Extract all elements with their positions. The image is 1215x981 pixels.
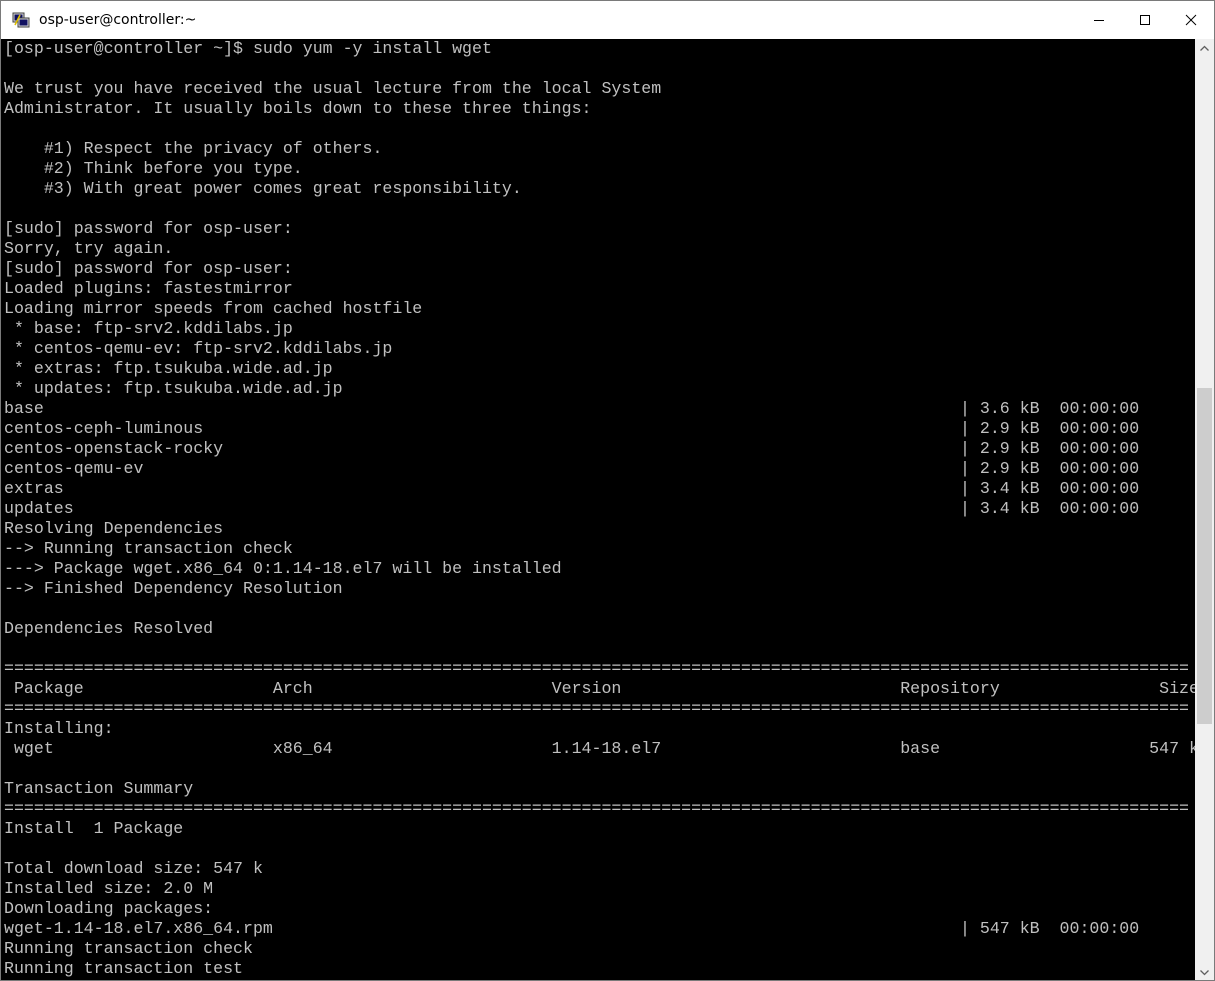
putty-terminal-icon[interactable] xyxy=(12,11,30,29)
terminal-line: Loaded plugins: fastestmirror xyxy=(4,279,293,298)
terminal-line: Loading mirror speeds from cached hostfi… xyxy=(4,299,423,318)
chevron-up-icon xyxy=(1200,45,1209,51)
terminal-line: * centos-qemu-ev: ftp-srv2.kddilabs.jp xyxy=(4,339,393,358)
terminal-line: Administrator. It usually boils down to … xyxy=(4,99,592,118)
terminal-output[interactable]: [osp-user@controller ~]$ sudo yum -y ins… xyxy=(1,39,1195,980)
terminal-line: Install 1 Package xyxy=(4,819,184,838)
minimize-button[interactable] xyxy=(1076,1,1122,39)
terminal-line: * updates: ftp.tsukuba.wide.ad.jp xyxy=(4,379,343,398)
scroll-up-button[interactable] xyxy=(1195,39,1214,56)
terminal-line: #1) Respect the privacy of others. xyxy=(4,139,383,158)
terminal-line: Downloading packages: xyxy=(4,899,214,918)
close-button[interactable] xyxy=(1168,1,1214,39)
terminal-line: Resolving Dependencies xyxy=(4,519,224,538)
terminal-line: Dependencies Resolved xyxy=(4,619,214,638)
terminal-line: ========================================… xyxy=(4,659,1189,678)
terminal-line: wget-1.14-18.el7.x86_64.rpm | 547 kB 00:… xyxy=(4,919,1140,938)
chevron-down-icon xyxy=(1200,969,1209,975)
terminal-line: [sudo] password for osp-user: xyxy=(4,219,293,238)
terminal-line: Installed size: 2.0 M xyxy=(4,879,214,898)
scrollbar-thumb[interactable] xyxy=(1197,388,1212,724)
maximize-icon xyxy=(1140,15,1150,25)
terminal-line: ========================================… xyxy=(4,799,1189,818)
terminal-line: Installing: xyxy=(4,719,114,738)
scroll-down-button[interactable] xyxy=(1195,964,1214,980)
close-icon xyxy=(1185,14,1197,26)
terminal-line: wget x86_64 1.14-18.el7 base 547 k xyxy=(4,739,1195,758)
terminal-lines: [osp-user@controller ~]$ sudo yum -y ins… xyxy=(4,39,1195,979)
terminal-line: Transaction Summary xyxy=(4,779,194,798)
title-bar[interactable]: osp-user@controller:~ xyxy=(1,1,1214,39)
terminal-line: ---> Package wget.x86_64 0:1.14-18.el7 w… xyxy=(4,559,562,578)
vertical-scrollbar[interactable] xyxy=(1195,39,1214,980)
terminal-line: centos-ceph-luminous | 2.9 kB 00:00:00 xyxy=(4,419,1140,438)
terminal-window: osp-user@controller:~ [osp-user@controll… xyxy=(0,0,1215,981)
terminal-line: extras | 3.4 kB 00:00:00 xyxy=(4,479,1140,498)
maximize-button[interactable] xyxy=(1122,1,1168,39)
terminal-line: * base: ftp-srv2.kddilabs.jp xyxy=(4,319,293,338)
terminal-line: Total download size: 547 k xyxy=(4,859,263,878)
terminal-line: [osp-user@controller ~]$ sudo yum -y ins… xyxy=(4,39,492,58)
terminal-line: Running transaction check xyxy=(4,939,253,958)
terminal-line: #2) Think before you type. xyxy=(4,159,303,178)
terminal-line: #3) With great power comes great respons… xyxy=(4,179,522,198)
terminal-line: We trust you have received the usual lec… xyxy=(4,79,662,98)
terminal-line: Package Arch Version Repository Size xyxy=(4,679,1195,698)
terminal-line: --> Running transaction check xyxy=(4,539,293,558)
minimize-icon xyxy=(1094,20,1104,21)
terminal-line: Running transaction test xyxy=(4,959,243,978)
terminal-line: updates | 3.4 kB 00:00:00 xyxy=(4,499,1140,518)
terminal-line: base | 3.6 kB 00:00:00 xyxy=(4,399,1140,418)
terminal-line: centos-openstack-rocky | 2.9 kB 00:00:00 xyxy=(4,439,1140,458)
window-title: osp-user@controller:~ xyxy=(39,12,197,28)
terminal-line: ========================================… xyxy=(4,699,1189,718)
terminal-line: Sorry, try again. xyxy=(4,239,174,258)
terminal-line: * extras: ftp.tsukuba.wide.ad.jp xyxy=(4,359,333,378)
terminal-line: --> Finished Dependency Resolution xyxy=(4,579,343,598)
terminal-line: centos-qemu-ev | 2.9 kB 00:00:00 xyxy=(4,459,1140,478)
terminal-line: [sudo] password for osp-user: xyxy=(4,259,293,278)
